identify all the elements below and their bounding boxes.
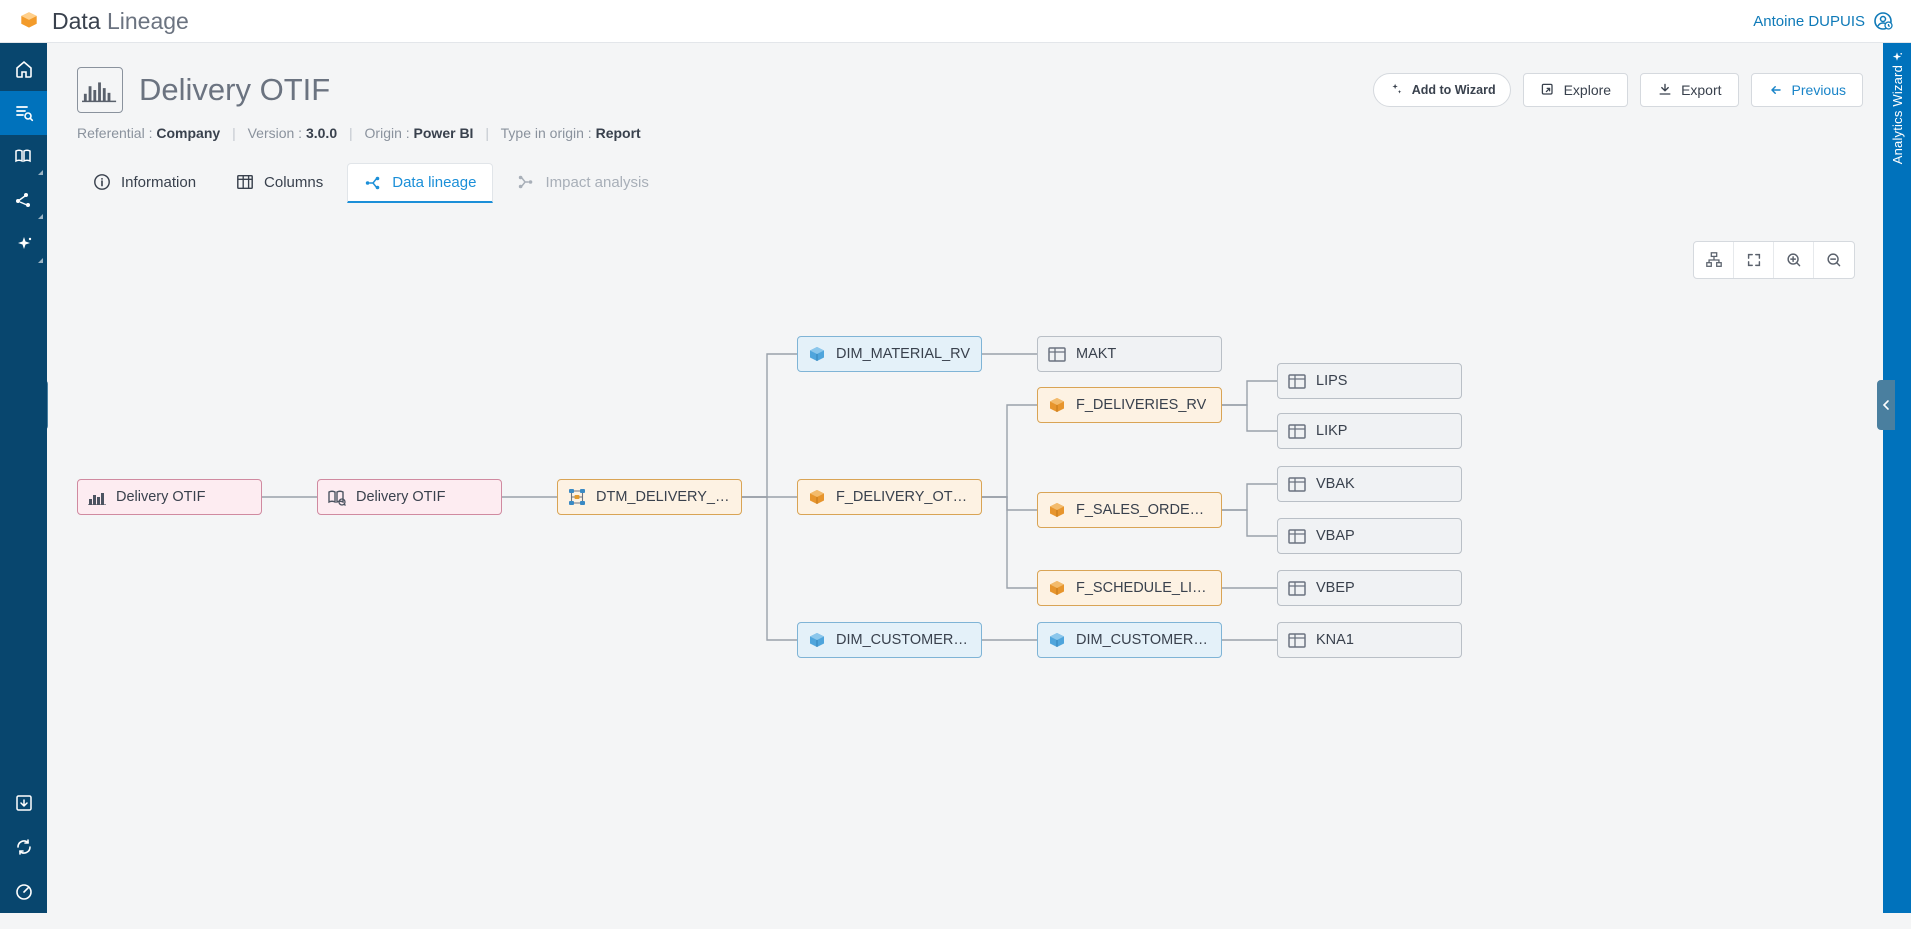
lineage-icon — [364, 174, 382, 192]
node-vbak[interactable]: VBAK — [1277, 466, 1462, 502]
flow-icon — [566, 487, 588, 507]
node-dim-customer-s[interactable]: DIM_CUSTOMER_S… — [797, 622, 982, 658]
info-icon — [93, 173, 111, 191]
download-icon — [1657, 82, 1673, 98]
node-dim-material-rv[interactable]: DIM_MATERIAL_RV — [797, 336, 982, 372]
arrow-left-icon — [1768, 82, 1784, 98]
table-icon — [1286, 578, 1308, 598]
tab-data-lineage[interactable]: Data lineage — [347, 163, 493, 203]
table-icon — [236, 173, 254, 191]
node-f-delivery-otif-rv[interactable]: F_DELIVERY_OTIF_RV — [797, 479, 982, 515]
tab-impact-analysis: Impact analysis — [501, 163, 664, 203]
page-meta: Referential : Company | Version : 3.0.0 … — [77, 125, 1863, 141]
node-dim-customer-rv[interactable]: DIM_CUSTOMER_RV — [1037, 622, 1222, 658]
table-icon — [1286, 371, 1308, 391]
logo-icon — [18, 10, 40, 32]
cube-icon — [806, 487, 828, 507]
barchart-icon — [86, 487, 108, 507]
cube-icon — [1046, 500, 1068, 520]
cube-icon — [1046, 578, 1068, 598]
nav-search[interactable] — [0, 91, 47, 135]
open-external-icon — [1540, 82, 1556, 98]
node-kna1[interactable]: KNA1 — [1277, 622, 1462, 658]
nav-graph[interactable] — [0, 179, 47, 223]
cube-icon — [1046, 395, 1068, 415]
cube-icon — [1046, 630, 1068, 650]
left-nav-rail — [0, 43, 47, 913]
node-delivery-otif-dataset[interactable]: Delivery OTIF — [317, 479, 502, 515]
node-dtm-delivery-otif[interactable]: DTM_DELIVERY_OTI… — [557, 479, 742, 515]
node-f-sales-order-rv[interactable]: F_SALES_ORDER_RV — [1037, 492, 1222, 528]
node-likp[interactable]: LIKP — [1277, 413, 1462, 449]
node-makt[interactable]: MAKT — [1037, 336, 1222, 372]
cube-icon — [806, 344, 828, 364]
export-button[interactable]: Export — [1640, 73, 1738, 107]
nav-ai[interactable] — [0, 223, 47, 267]
node-vbap[interactable]: VBAP — [1277, 518, 1462, 554]
nav-monitor[interactable] — [0, 869, 47, 913]
book-search-icon — [326, 487, 348, 507]
nav-import[interactable] — [0, 781, 47, 825]
page-header: Delivery OTIF Add to Wizard Explore Expo… — [77, 67, 1863, 113]
right-panel-label: Analytics Wizard — [1890, 65, 1905, 178]
tab-columns[interactable]: Columns — [220, 163, 339, 203]
explore-button[interactable]: Explore — [1523, 73, 1628, 107]
tab-information[interactable]: Information — [77, 163, 212, 203]
table-icon — [1286, 526, 1308, 546]
user-clock-icon[interactable] — [1873, 11, 1893, 31]
user-name[interactable]: Antoine DUPUIS — [1753, 13, 1865, 30]
sparkle-icon — [1388, 82, 1404, 98]
table-icon — [1046, 344, 1068, 364]
table-icon — [1286, 421, 1308, 441]
add-to-wizard-button[interactable]: Add to Wizard — [1373, 73, 1511, 107]
node-f-deliveries-rv[interactable]: F_DELIVERIES_RV — [1037, 387, 1222, 423]
nav-refresh[interactable] — [0, 825, 47, 869]
node-delivery-otif-report[interactable]: Delivery OTIF — [77, 479, 262, 515]
table-icon — [1286, 474, 1308, 494]
cube-icon — [806, 630, 828, 650]
page-actions: Add to Wizard Explore Export Previous — [1373, 73, 1863, 107]
nav-glossary[interactable] — [0, 135, 47, 179]
main-content: Delivery OTIF Add to Wizard Explore Expo… — [47, 43, 1883, 913]
page-title: Delivery OTIF — [139, 72, 330, 108]
nav-home[interactable] — [0, 47, 47, 91]
lineage-canvas[interactable]: Delivery OTIF Delivery OTIF DTM_DELIVERY… — [47, 229, 1883, 913]
node-f-schedule-line[interactable]: F_SCHEDULE_LINE_… — [1037, 570, 1222, 606]
previous-button[interactable]: Previous — [1751, 73, 1863, 107]
table-icon — [1286, 630, 1308, 650]
page-type-icon — [77, 67, 123, 113]
graph: Delivery OTIF Delivery OTIF DTM_DELIVERY… — [47, 229, 1883, 913]
right-panel-collapsed[interactable]: Analytics Wizard — [1883, 43, 1911, 913]
node-vbep[interactable]: VBEP — [1277, 570, 1462, 606]
impact-icon — [517, 173, 535, 191]
tabs: Information Columns Data lineage Impact … — [77, 163, 1863, 204]
app-title: Data Lineage — [52, 8, 189, 35]
sparkle-icon — [1890, 51, 1904, 65]
top-bar: Data Lineage Antoine DUPUIS — [0, 0, 1911, 43]
node-lips[interactable]: LIPS — [1277, 363, 1462, 399]
right-rail-expand-handle[interactable] — [1877, 380, 1895, 430]
